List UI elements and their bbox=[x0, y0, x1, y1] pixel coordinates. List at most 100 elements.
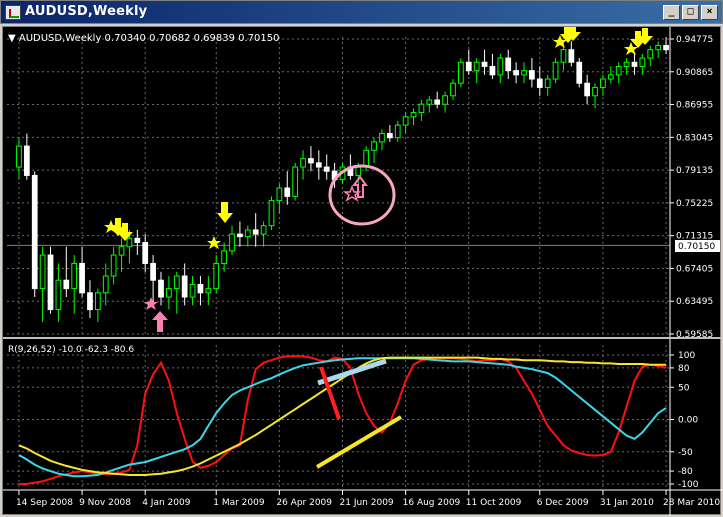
candle-body bbox=[363, 149, 370, 168]
candle-body bbox=[71, 262, 78, 290]
indicator-axis: 100 80 50 0.00 -50 -80 -100 bbox=[670, 351, 699, 490]
price-tick-label: 0.67405 bbox=[676, 264, 713, 274]
candle-body bbox=[513, 70, 519, 76]
candle-body bbox=[268, 200, 275, 227]
price-tick-label: 0.79135 bbox=[676, 166, 713, 176]
time-label: 16 Aug 2009 bbox=[403, 498, 461, 508]
price-axis: 0.94775 0.90865 0.86955 0.83045 0.79135 0.752… bbox=[669, 27, 713, 516]
time-label: 9 Nov 2008 bbox=[79, 498, 131, 508]
price-tick-label: 0.83045 bbox=[676, 133, 713, 143]
candle-body bbox=[221, 250, 227, 264]
candle-body bbox=[426, 99, 433, 105]
price-tick-label: 0.94775 bbox=[676, 35, 713, 45]
chart-header: ▼ AUDUSD,Weekly 0.70340 0.70682 0.69839 … bbox=[8, 33, 280, 44]
candle-body bbox=[615, 65, 622, 76]
time-label: 4 Jan 2009 bbox=[142, 498, 190, 508]
price-tick-label: 0.90865 bbox=[676, 68, 713, 78]
window-title-bar[interactable]: AUDUSD,Weekly _ □ × bbox=[0, 0, 723, 24]
candle-body bbox=[607, 74, 614, 80]
candle-body bbox=[521, 70, 527, 76]
candle-body bbox=[600, 78, 606, 88]
indicator-tick-label: -50 bbox=[678, 448, 693, 458]
minimize-button[interactable]: _ bbox=[663, 5, 680, 20]
candle-body bbox=[323, 166, 330, 172]
candle-body bbox=[94, 292, 101, 311]
time-label: 11 Oct 2009 bbox=[466, 498, 522, 508]
candle-body bbox=[592, 86, 598, 97]
candle-body bbox=[434, 99, 441, 105]
candle-body bbox=[292, 166, 299, 197]
annotation-line-cyan bbox=[317, 358, 387, 386]
candle-body bbox=[568, 49, 575, 63]
time-label: 26 Apr 2009 bbox=[276, 498, 332, 508]
current-price-label: 0.70150 bbox=[678, 242, 715, 252]
candle-body bbox=[142, 241, 149, 264]
price-tick-label: 0.86955 bbox=[676, 101, 713, 111]
indicator-header: R(9,26,52) -10.0 -62.3 -80.6 bbox=[8, 345, 134, 355]
candle-body bbox=[55, 279, 62, 311]
candle-body bbox=[623, 61, 630, 67]
candle-body bbox=[489, 65, 496, 76]
window-title: AUDUSD,Weekly bbox=[25, 4, 148, 19]
candle-body bbox=[418, 103, 425, 114]
candle-body bbox=[118, 246, 125, 256]
restore-button[interactable]: □ bbox=[682, 5, 699, 20]
candle-body bbox=[584, 82, 591, 97]
candle-body bbox=[529, 70, 535, 80]
chart-window[interactable]: 0.94775 0.90865 0.86955 0.83045 0.79135 0.752… bbox=[2, 26, 722, 516]
candle-body bbox=[450, 82, 456, 97]
time-label: 28 Mar 2010 bbox=[663, 498, 720, 508]
candle-body bbox=[110, 254, 117, 277]
candle-body bbox=[536, 78, 543, 88]
indicator-tick-label: 100 bbox=[678, 351, 695, 361]
indicator-tick-label: -80 bbox=[678, 467, 693, 477]
candle-body bbox=[79, 262, 85, 294]
down-arrow-yellow bbox=[217, 202, 233, 223]
candle-series bbox=[16, 37, 669, 323]
candle-body bbox=[244, 229, 251, 238]
candle-body bbox=[23, 145, 30, 176]
candle-body bbox=[394, 124, 401, 139]
indicator-tick-label: 0.00 bbox=[678, 416, 698, 426]
candle-body bbox=[552, 61, 559, 80]
candle-body bbox=[197, 283, 204, 294]
close-button[interactable]: × bbox=[701, 5, 718, 20]
star-marker-pink bbox=[144, 297, 158, 310]
candle-body bbox=[39, 254, 46, 290]
candle-body bbox=[379, 133, 385, 143]
chart-canvas[interactable]: 0.94775 0.90865 0.86955 0.83045 0.79135 0.752… bbox=[3, 27, 722, 516]
candle-body bbox=[442, 95, 448, 105]
time-label: 14 Sep 2008 bbox=[16, 498, 73, 508]
annotation-line-yellow bbox=[315, 415, 403, 469]
candle-body bbox=[410, 112, 417, 118]
candle-body bbox=[16, 145, 22, 168]
candle-body bbox=[458, 61, 464, 84]
candle-body bbox=[300, 158, 306, 168]
candle-body bbox=[505, 57, 512, 72]
candle-body bbox=[284, 187, 291, 197]
time-label: 21 Jun 2009 bbox=[340, 498, 394, 508]
candle-body bbox=[308, 158, 314, 164]
candle-body bbox=[371, 141, 377, 151]
candle-body bbox=[631, 61, 638, 67]
candle-body bbox=[229, 233, 235, 252]
candle-body bbox=[260, 225, 267, 235]
candle-body bbox=[102, 275, 109, 294]
candle-body bbox=[126, 237, 133, 248]
candle-body bbox=[544, 78, 551, 88]
candle-body bbox=[181, 275, 188, 298]
star-marker-yellow bbox=[207, 236, 221, 249]
candle-body bbox=[87, 292, 93, 311]
candle-body bbox=[647, 49, 654, 59]
candle-body bbox=[252, 229, 259, 235]
time-axis: 14 Sep 2008 9 Nov 2008 4 Jan 2009 1 Mar 200… bbox=[3, 489, 722, 508]
candle-body bbox=[173, 275, 180, 290]
candle-body bbox=[158, 279, 164, 298]
candle-body bbox=[465, 61, 472, 72]
candle-body bbox=[134, 237, 141, 243]
candle-body bbox=[166, 288, 172, 298]
candle-body bbox=[355, 166, 362, 176]
indicator-tick-label: 50 bbox=[678, 383, 690, 393]
candle-body bbox=[663, 44, 669, 51]
candle-body bbox=[481, 61, 488, 67]
